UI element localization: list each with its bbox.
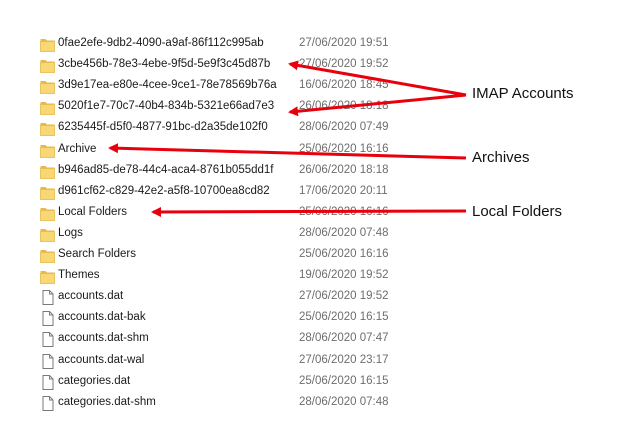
folder-icon	[39, 142, 57, 159]
file-row[interactable]: accounts.dat-bak 25/06/2020 16:15	[34, 308, 414, 329]
item-name: 5020f1e7-70c7-40b4-834b-5321e66ad7e3	[58, 100, 275, 113]
item-name: Search Folders	[58, 248, 136, 260]
file-row[interactable]: categories.dat 25/06/2020 16:15	[34, 372, 414, 393]
file-icon	[39, 310, 57, 327]
folder-row[interactable]: 6235445f-d5f0-4877-91bc-d2a35de102f0 28/0…	[34, 118, 414, 139]
item-name: d961cf62-c829-42e2-a5f8-10700ea8cd82	[58, 184, 270, 197]
item-date-modified: 28/06/2020 07:49	[299, 121, 389, 134]
file-icon	[39, 374, 57, 391]
folder-row[interactable]: Logs 28/06/2020 07:48	[34, 224, 414, 245]
folder-row[interactable]: Search Folders 25/06/2020 16:16	[34, 245, 414, 266]
item-date-modified: 27/06/2020 19:51	[299, 37, 389, 49]
file-row[interactable]: categories.dat-shm 28/06/2020 07:48	[34, 393, 414, 414]
item-date-modified: 19/06/2020 19:52	[299, 269, 389, 282]
file-icon	[39, 353, 57, 370]
item-date-modified: 26/06/2020 18:18	[299, 163, 389, 176]
item-name: accounts.dat	[58, 290, 124, 303]
item-name: b946ad85-de78-44c4-aca4-8761b055dd1f	[58, 163, 274, 176]
folder-row[interactable]: d961cf62-c829-42e2-a5f8-10700ea8cd82 17/0…	[34, 182, 414, 203]
item-name: Logs	[58, 226, 83, 239]
item-date-modified: 26/06/2020 18:18	[299, 100, 389, 113]
item-date-modified: 27/06/2020 19:52	[299, 290, 389, 303]
folder-row[interactable]: Archive 25/06/2020 16:16	[34, 140, 414, 161]
file-row[interactable]: accounts.dat-wal 27/06/2020 23:17	[34, 351, 414, 372]
item-name: 6235445f-d5f0-4877-91bc-d2a35de102f0	[58, 121, 268, 134]
file-icon	[39, 395, 57, 412]
folder-row[interactable]: b946ad85-de78-44c4-aca4-8761b055dd1f 26/0…	[34, 161, 414, 182]
file-icon	[39, 331, 57, 348]
item-name: accounts.dat-shm	[58, 332, 149, 345]
item-name: 3d9e17ea-e80e-4cee-9ce1-78e78569b76a	[58, 79, 277, 92]
item-name: 0fae2efe-9db2-4090-a9af-86f112c995ab	[58, 37, 264, 49]
item-name: 3cbe456b-78e3-4ebe-9f5d-5e9f3c45d87b	[58, 58, 271, 71]
item-name: Themes	[58, 269, 100, 282]
folder-icon	[39, 163, 57, 180]
file-row[interactable]: accounts.dat 27/06/2020 19:52	[34, 287, 414, 308]
item-date-modified: 25/06/2020 16:16	[299, 142, 389, 155]
archives-label: Archives	[472, 149, 530, 166]
item-date-modified: 28/06/2020 07:47	[299, 332, 389, 345]
item-name: Local Folders	[58, 205, 128, 218]
folder-icon	[39, 268, 57, 285]
folder-icon	[39, 78, 57, 95]
item-date-modified: 16/06/2020 18:45	[299, 79, 389, 92]
file-explorer-annotated: 0fae2efe-9db2-4090-a9af-86f112c995ab 27/0…	[0, 0, 628, 437]
folder-icon	[39, 205, 57, 222]
item-date-modified: 27/06/2020 23:17	[299, 353, 389, 366]
folder-icon	[39, 99, 57, 116]
folder-row[interactable]: Themes 19/06/2020 19:52	[34, 266, 414, 287]
item-name: accounts.dat-bak	[58, 311, 146, 324]
item-date-modified: 25/06/2020 16:15	[299, 374, 389, 387]
item-date-modified: 17/06/2020 20:11	[299, 184, 388, 197]
item-date-modified: 27/06/2020 19:52	[299, 58, 389, 71]
folder-row[interactable]: 0fae2efe-9db2-4090-a9af-86f112c995ab 27/0…	[34, 34, 414, 55]
folder-row[interactable]: 5020f1e7-70c7-40b4-834b-5321e66ad7e3 26/0…	[34, 97, 414, 118]
folder-icon	[39, 120, 57, 137]
item-name: Archive	[58, 142, 97, 155]
folder-icon	[39, 184, 57, 201]
folder-row[interactable]: Local Folders 25/06/2020 16:16	[34, 203, 414, 224]
item-date-modified: 28/06/2020 07:48	[299, 395, 389, 408]
item-date-modified: 28/06/2020 07:48	[299, 226, 389, 239]
folder-icon	[39, 247, 57, 264]
folder-row[interactable]: 3cbe456b-78e3-4ebe-9f5d-5e9f3c45d87b 27/0…	[34, 55, 414, 76]
file-row[interactable]: accounts.dat-shm 28/06/2020 07:47	[34, 329, 414, 350]
folder-row[interactable]: 3d9e17ea-e80e-4cee-9ce1-78e78569b76a 16/0…	[34, 76, 414, 97]
item-name: accounts.dat-wal	[58, 353, 145, 366]
item-date-modified: 25/06/2020 16:16	[299, 205, 389, 218]
folder-icon	[39, 226, 57, 243]
local-folders-label: Local Folders	[472, 203, 563, 220]
item-name: categories.dat-shm	[58, 395, 156, 408]
item-date-modified: 25/06/2020 16:16	[299, 248, 389, 260]
folder-icon	[39, 36, 57, 53]
imap-accounts-label: IMAP Accounts	[472, 85, 574, 102]
folder-icon	[39, 57, 57, 74]
file-icon	[39, 289, 57, 306]
item-date-modified: 25/06/2020 16:15	[299, 311, 389, 324]
item-name: categories.dat	[58, 374, 131, 387]
